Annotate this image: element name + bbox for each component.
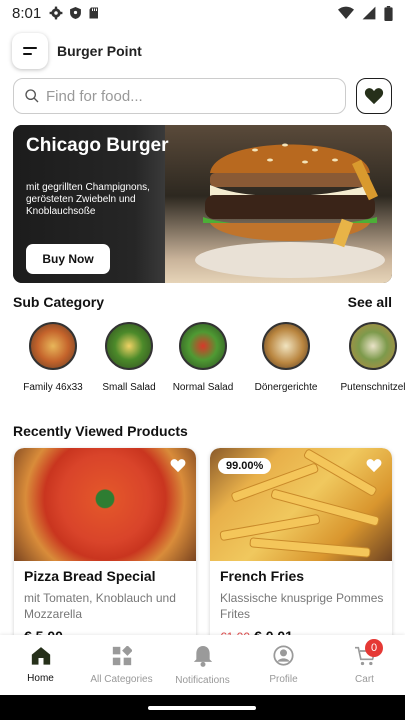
sub-category-item[interactable]: Family 46x33 [13, 322, 93, 393]
food-thumbnail [29, 322, 77, 370]
search-input[interactable] [46, 87, 326, 105]
bell-icon [193, 645, 212, 667]
battery-icon [384, 5, 393, 21]
food-thumbnail [262, 322, 310, 370]
product-description: mit Tomaten, Knoblauch und Mozzarella [24, 591, 176, 621]
buy-now-button[interactable]: Buy Now [26, 244, 110, 274]
app-title: Burger Point [57, 43, 142, 59]
food-thumbnail [349, 322, 397, 370]
sub-category-label: Small Salad [102, 382, 156, 393]
search-box[interactable] [13, 78, 346, 114]
shield-icon [70, 7, 82, 19]
sub-category-item[interactable]: Dönergerichte [246, 322, 326, 393]
search-icon [25, 89, 39, 103]
favorite-heart-icon[interactable] [170, 458, 186, 473]
app-header: Burger Point [12, 32, 142, 70]
sub-category-title: Sub Category [13, 294, 105, 310]
food-thumbnail [179, 322, 227, 370]
sub-category-label: Family 46x33 [23, 382, 83, 393]
nav-label: All Categories [90, 673, 153, 685]
nav-label: Home [27, 673, 54, 684]
food-thumbnail [105, 322, 153, 370]
gesture-navigation-bar [0, 695, 405, 720]
banner-title: Chicago Burger [26, 135, 169, 156]
home-gesture-pill[interactable] [148, 706, 256, 710]
discount-badge: 99.00% [218, 458, 272, 474]
nav-notifications[interactable]: Notifications [162, 635, 243, 695]
bottom-navigation: Home All Categories Notifications Profil… [0, 635, 405, 695]
menu-line-icon [23, 47, 37, 49]
product-image [14, 448, 196, 561]
nav-all-categories[interactable]: All Categories [81, 635, 162, 695]
nav-home[interactable]: Home [0, 635, 81, 695]
home-icon [31, 647, 50, 665]
promo-banner[interactable]: Chicago Burger mit gegrillten Champignon… [13, 125, 392, 283]
nav-profile[interactable]: Profile [243, 635, 324, 695]
product-name: French Fries [220, 568, 305, 584]
menu-line-icon [23, 53, 32, 55]
sub-category-label: Dönergerichte [254, 382, 318, 393]
sub-category-label: Putenschnitzel [340, 382, 405, 393]
favorite-heart-icon[interactable] [366, 458, 382, 473]
product-card[interactable]: 99.00% French Fries Klassische knusprige… [210, 448, 392, 648]
menu-button[interactable] [12, 33, 48, 69]
sd-card-icon [89, 7, 99, 19]
banner-description: mit gegrillten Champignons, gerösteten Z… [26, 182, 150, 217]
cart-count-badge: 0 [365, 639, 383, 657]
recently-viewed-title: Recently Viewed Products [13, 423, 188, 439]
nav-label: Profile [269, 674, 298, 685]
nav-cart[interactable]: 0 Cart [324, 635, 405, 695]
sub-category-list: Family 46x33 Small Salad Normal Salad Dö… [0, 322, 405, 402]
heart-icon [364, 88, 384, 105]
status-time: 8:01 [12, 4, 42, 22]
categories-icon [112, 645, 132, 665]
product-description: Klassische knusprige Pommes Frites [220, 591, 384, 621]
see-all-link[interactable]: See all [348, 294, 392, 310]
sub-category-item[interactable]: Normal Salad [163, 322, 243, 393]
status-bar: 8:01 [0, 0, 405, 26]
sub-category-header: Sub Category See all [13, 294, 392, 310]
profile-icon [273, 645, 294, 666]
recently-viewed-header: Recently Viewed Products [13, 423, 392, 439]
signal-icon [362, 6, 376, 20]
sub-category-item[interactable]: Putenschnitzel [333, 322, 405, 393]
product-card[interactable]: Pizza Bread Special mit Tomaten, Knoblau… [14, 448, 196, 648]
favorites-button[interactable] [356, 78, 392, 114]
sub-category-item[interactable]: Small Salad [89, 322, 169, 393]
sub-category-label: Normal Salad [172, 382, 234, 393]
nav-label: Notifications [175, 674, 230, 686]
wifi-icon [338, 6, 354, 20]
settings-gear-icon [49, 6, 63, 20]
product-name: Pizza Bread Special [24, 568, 156, 584]
banner-burger-image [165, 125, 392, 283]
nav-label: Cart [355, 673, 374, 685]
